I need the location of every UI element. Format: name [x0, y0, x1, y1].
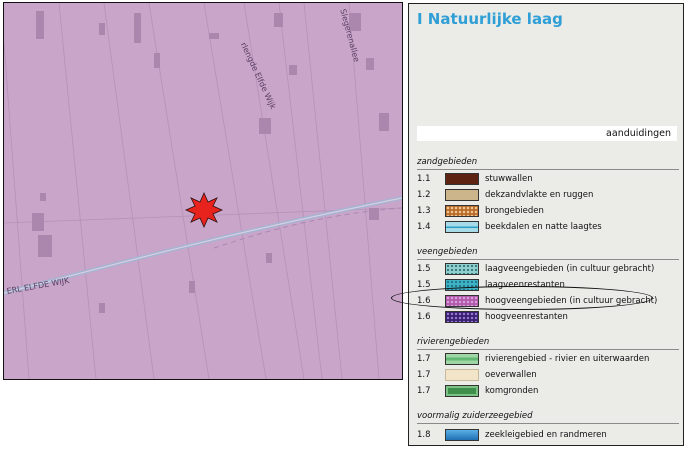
swatch-hoogveenrestanten: [445, 311, 479, 323]
legend-label: rivierengebied - rivier en uiterwaarden: [485, 354, 650, 364]
highlight-ellipse: [391, 286, 653, 310]
section-title-rivierengebieden: rivierengebieden: [417, 337, 490, 347]
legend-item-brongebieden: 1.3 brongebieden: [417, 205, 679, 219]
legend-code: 1.7: [417, 370, 431, 380]
parcel-lines: [4, 3, 402, 379]
legend-code: 1.8: [417, 430, 431, 440]
swatch-zeekleigebied: [445, 429, 479, 441]
section-title-zuiderzeegebied: voormalig zuiderzeegebied: [417, 411, 533, 421]
legend-item-laagveengebieden: 1.5 laagveengebieden (in cultuur gebrach…: [417, 263, 679, 277]
swatch-oeverwallen: [445, 369, 479, 381]
legend-label: laagveengebieden (in cultuur gebracht): [485, 264, 655, 274]
map-canvas: [4, 3, 402, 379]
legend-label: komgronden: [485, 386, 539, 396]
legend-label: zeekleigebied en randmeren: [485, 430, 607, 440]
legend-item-komgronden: 1.7 komgronden: [417, 385, 679, 399]
legend-label: brongebieden: [485, 206, 544, 216]
section-title-zandgebieden: zandgebieden: [417, 157, 478, 167]
swatch-beekdalen: [445, 221, 479, 233]
section-divider: [417, 349, 679, 350]
swatch-rivierengebied: [445, 353, 479, 365]
section-divider: [417, 169, 679, 170]
map-view[interactable]: rlengde Elfde Wijk Slegerenallee ERL ELF…: [3, 2, 403, 380]
section-title-veengebieden: veengebieden: [417, 247, 478, 257]
legend-item-stuwwallen: 1.1 stuwwallen: [417, 173, 679, 187]
legend-code: 1.1: [417, 174, 431, 184]
legend-label: beekdalen en natte laagtes: [485, 222, 602, 232]
legend-item-rivierengebied: 1.7 rivierengebied - rivier en uiterwaar…: [417, 353, 679, 367]
legend-code: 1.7: [417, 386, 431, 396]
legend-title: I Natuurlijke laag: [417, 10, 563, 28]
legend-code: 1.3: [417, 206, 431, 216]
aanduidingen-header: aanduidingen: [417, 126, 677, 141]
legend-code: 1.2: [417, 190, 431, 200]
legend-label: hoogveenrestanten: [485, 312, 568, 322]
legend-code: 1.5: [417, 264, 431, 274]
swatch-dekzandvlakte: [445, 189, 479, 201]
legend-label: dekzandvlakte en ruggen: [485, 190, 594, 200]
legend-item-hoogveenrestanten: 1.6 hoogveenrestanten: [417, 311, 679, 325]
swatch-stuwwallen: [445, 173, 479, 185]
legend-code: 1.7: [417, 354, 431, 364]
swatch-brongebieden: [445, 205, 479, 217]
swatch-laagveengebieden: [445, 263, 479, 275]
legend-panel: I Natuurlijke laag aanduidingen zandgebi…: [408, 3, 684, 446]
swatch-komgronden: [445, 385, 479, 397]
legend-item-oeverwallen: 1.7 oeverwallen: [417, 369, 679, 383]
legend-code: 1.6: [417, 312, 431, 322]
legend-item-zeekleigebied: 1.8 zeekleigebied en randmeren: [417, 429, 679, 443]
location-marker-icon[interactable]: [185, 192, 223, 228]
buildings: [32, 11, 389, 313]
legend-code: 1.5: [417, 280, 431, 290]
section-divider: [417, 259, 679, 260]
legend-code: 1.4: [417, 222, 431, 232]
legend-label: oeverwallen: [485, 370, 537, 380]
legend-label: stuwwallen: [485, 174, 533, 184]
legend-item-dekzandvlakte: 1.2 dekzandvlakte en ruggen: [417, 189, 679, 203]
legend-item-beekdalen: 1.4 beekdalen en natte laagtes: [417, 221, 679, 235]
section-divider: [417, 423, 679, 424]
